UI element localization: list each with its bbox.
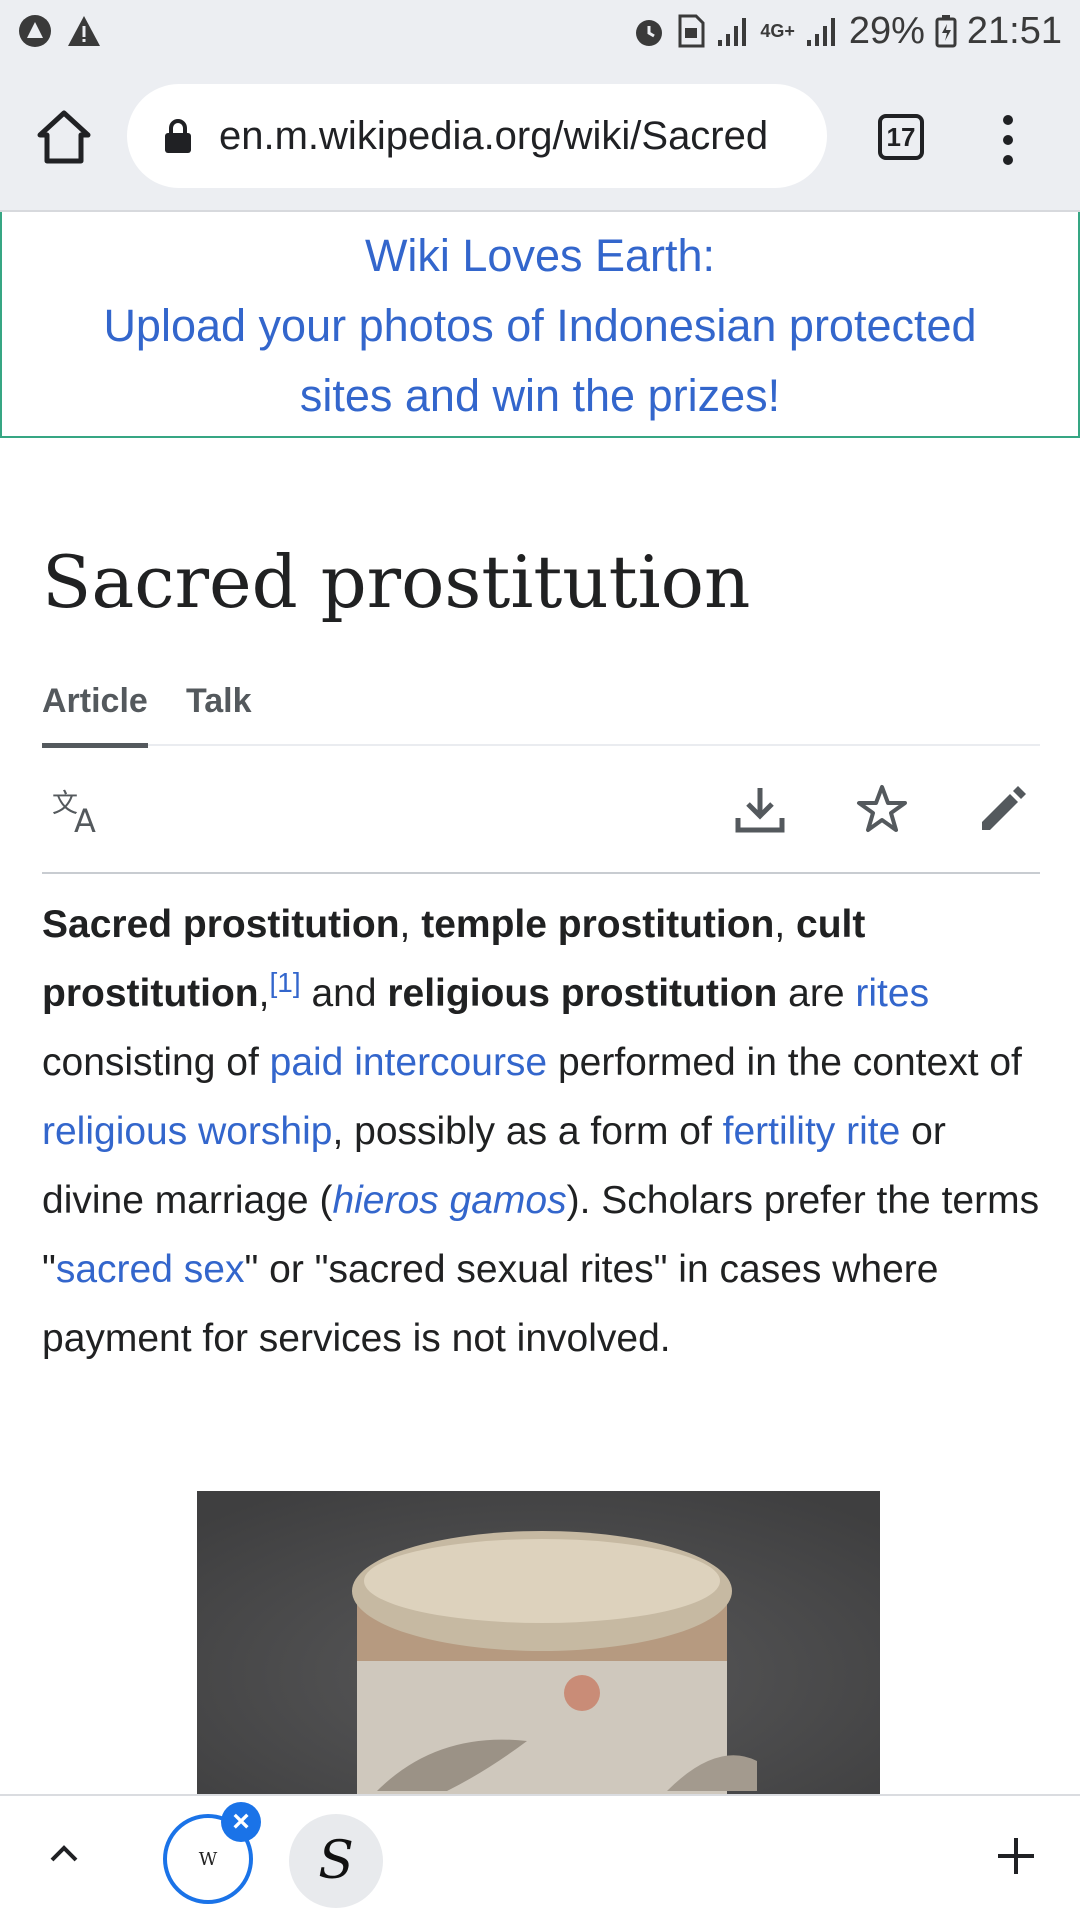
link-religious-worship[interactable]: religious worship: [42, 1110, 332, 1153]
text: consisting of: [42, 1041, 270, 1084]
text: ,: [774, 903, 797, 946]
link-hieros-gamos[interactable]: hieros gamos: [332, 1179, 566, 1222]
banner-line-1: Wiki Loves Earth:: [364, 230, 716, 281]
home-icon[interactable]: [34, 107, 94, 167]
svg-text:A: A: [74, 802, 96, 838]
language-icon[interactable]: 文 A: [52, 782, 108, 838]
banner-link[interactable]: Wiki Loves Earth: Upload your photos of …: [2, 221, 1078, 431]
battery-icon: [935, 15, 957, 48]
sim-icon: [678, 14, 705, 48]
namespace-tabs: Article Talk: [42, 672, 1040, 748]
tab-talk[interactable]: Talk: [186, 682, 252, 721]
text: performed in the context of: [547, 1041, 1022, 1084]
wikipedia-tab-icon: W: [198, 1848, 218, 1870]
text: , possibly as a form of: [332, 1110, 723, 1153]
new-tab-plus-icon[interactable]: [992, 1832, 1040, 1880]
page-title: Sacred prostitution: [42, 540, 751, 624]
link-sacred-sex[interactable]: sacred sex: [56, 1248, 245, 1291]
lead-paragraph: Sacred prostitution, temple prostitution…: [42, 890, 1042, 1373]
vessel-illustration: [197, 1491, 880, 1796]
chevron-up-icon[interactable]: [44, 1834, 84, 1874]
campaign-banner: Wiki Loves Earth: Upload your photos of …: [0, 212, 1080, 438]
edit-pencil-icon[interactable]: [974, 782, 1030, 838]
more-menu-icon[interactable]: [988, 110, 1028, 170]
bottom-tab-strip: W × S: [0, 1794, 1080, 1922]
close-icon: ×: [232, 1805, 250, 1838]
text: and: [300, 972, 388, 1015]
lock-icon: [165, 119, 191, 153]
text: are: [777, 972, 856, 1015]
star-icon[interactable]: [854, 782, 910, 838]
tab-other[interactable]: S: [289, 1814, 383, 1908]
alarm-icon: [636, 20, 663, 46]
link-rites[interactable]: rites: [855, 972, 929, 1015]
term-religious-prostitution: religious prostitution: [387, 972, 778, 1015]
link-fertility-rite[interactable]: fertility rite: [723, 1110, 901, 1153]
signal-icon: [718, 18, 747, 46]
signal-icon-2: [806, 18, 835, 46]
warning-icon: [68, 16, 100, 46]
status-bar: 4G+ 29% 21:51: [0, 0, 1080, 62]
banner-line-2: Upload your photos of Indonesian protect…: [103, 300, 977, 351]
url-bar[interactable]: en.m.wikipedia.org/wiki/Sacred: [127, 84, 827, 188]
alert-circle-icon: [19, 15, 51, 47]
tab-count: 17: [886, 121, 916, 152]
battery-percent: 29%: [848, 9, 925, 52]
link-paid-intercourse[interactable]: paid intercourse: [270, 1041, 548, 1084]
clock: 21:51: [966, 9, 1062, 52]
download-icon[interactable]: [732, 782, 788, 838]
term-temple-prostitution: temple prostitution: [421, 903, 775, 946]
site-favicon-icon: S: [318, 1831, 354, 1891]
reference-link[interactable]: [1]: [269, 967, 300, 998]
url-text[interactable]: en.m.wikipedia.org/wiki/Sacred: [219, 114, 768, 159]
article-image[interactable]: [197, 1491, 880, 1796]
term-sacred-prostitution: Sacred prostitution: [42, 903, 400, 946]
close-tab-button[interactable]: ×: [221, 1802, 261, 1842]
banner-line-3: sites and win the prizes!: [299, 370, 781, 421]
text: ,: [258, 972, 270, 1015]
tab-article[interactable]: Article: [42, 682, 148, 748]
network-type: 4G+: [760, 20, 795, 41]
text: ,: [399, 903, 422, 946]
browser-toolbar: en.m.wikipedia.org/wiki/Sacred 17: [0, 62, 1080, 212]
page-actions: 文 A: [42, 746, 1040, 874]
tab-switcher-button[interactable]: 17: [878, 114, 924, 160]
